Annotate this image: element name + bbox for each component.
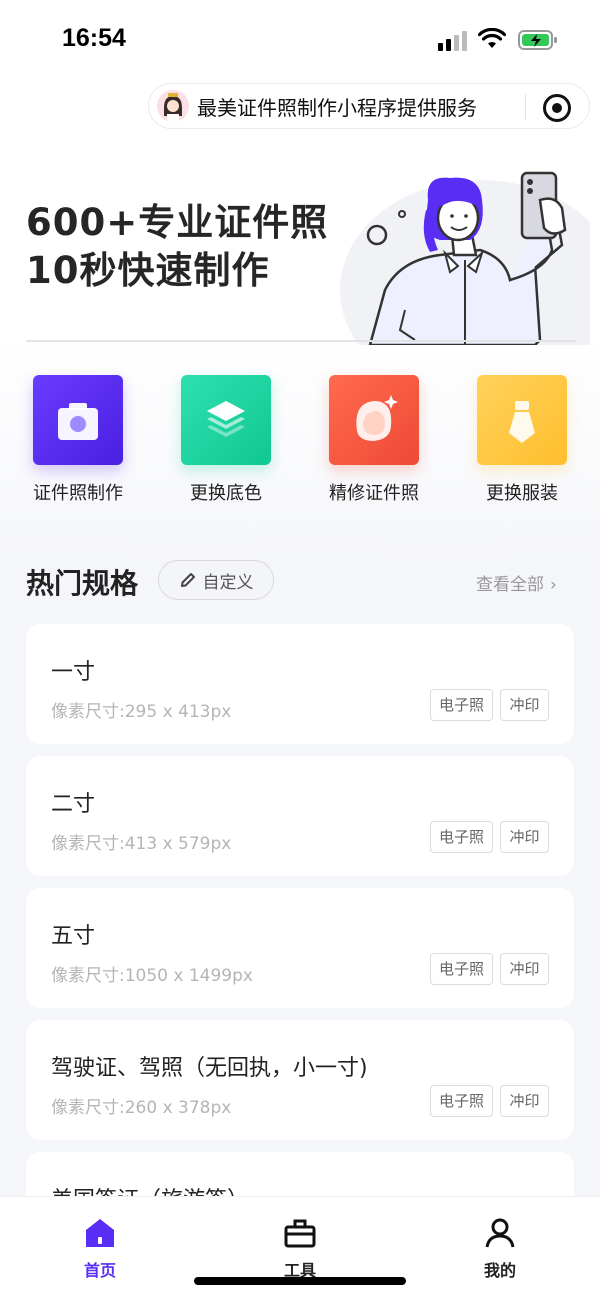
tab-label: 我的	[483, 1261, 516, 1280]
camera-icon	[33, 375, 123, 465]
signal-icon	[438, 31, 468, 51]
spec-size: 像素尺寸:260 x 378px	[51, 1098, 232, 1118]
feature-label: 更换服装	[486, 483, 558, 504]
feature-grid: 证件照制作 更换底色 精修证件照 更换服装	[0, 375, 600, 515]
digital-photo-tag: 电子照	[430, 689, 493, 721]
spec-name: 一寸	[51, 660, 96, 685]
capsule-divider	[525, 94, 526, 120]
feature-change-background[interactable]: 更换底色	[156, 375, 296, 505]
tab-tools[interactable]: 工具	[250, 1217, 350, 1281]
digital-photo-tag: 电子照	[430, 1085, 493, 1117]
section-title: 热门规格	[26, 567, 139, 600]
status-bar: 16:54	[0, 0, 600, 80]
spec-name: 五寸	[51, 924, 96, 949]
feature-retouch[interactable]: 精修证件照	[304, 375, 444, 505]
toolbox-icon	[284, 1219, 316, 1248]
app-avatar-icon	[157, 90, 189, 122]
digital-photo-tag: 电子照	[430, 953, 493, 985]
tie-icon	[477, 375, 567, 465]
print-tag: 冲印	[500, 821, 549, 853]
miniprogram-capsule: 最美证件照制作小程序提供服务	[148, 83, 590, 129]
capsule-close-icon[interactable]	[543, 94, 571, 122]
face-retouch-icon	[329, 375, 419, 465]
digital-photo-tag: 电子照	[430, 821, 493, 853]
chevron-right-icon: ›	[550, 575, 557, 595]
print-tag: 冲印	[500, 953, 549, 985]
spec-name: 二寸	[51, 792, 96, 817]
feature-label: 精修证件照	[329, 483, 419, 504]
feature-label: 更换底色	[190, 483, 262, 504]
home-icon	[86, 1219, 114, 1247]
spec-card[interactable]: 五寸 像素尺寸:1050 x 1499px 电子照 冲印	[26, 888, 574, 1008]
spec-name: 驾驶证、驾照（无回执，小一寸)	[51, 1056, 368, 1081]
home-indicator	[194, 1277, 406, 1285]
capsule-text: 最美证件照制作小程序提供服务	[197, 95, 477, 120]
tab-label: 首页	[83, 1261, 116, 1280]
spec-card[interactable]: 二寸 像素尺寸:413 x 579px 电子照 冲印	[26, 756, 574, 876]
tab-home[interactable]: 首页	[50, 1217, 150, 1281]
selfie-woman-illustration	[340, 171, 590, 345]
tab-profile[interactable]: 我的	[450, 1217, 550, 1281]
see-all-link[interactable]: 查看全部 ›	[476, 570, 557, 595]
feature-change-outfit[interactable]: 更换服装	[452, 375, 592, 505]
feature-id-photo[interactable]: 证件照制作	[8, 375, 148, 505]
pencil-icon	[180, 573, 195, 587]
print-tag: 冲印	[500, 689, 549, 721]
see-all-label: 查看全部	[476, 575, 544, 595]
spec-size: 像素尺寸:1050 x 1499px	[51, 966, 253, 986]
banner-divider	[26, 340, 576, 342]
layers-icon	[181, 375, 271, 465]
status-time: 16:54	[62, 24, 126, 52]
spec-card[interactable]: 一寸 像素尺寸:295 x 413px 电子照 冲印	[26, 624, 574, 744]
banner-subheadline: 10秒快速制作	[26, 249, 270, 292]
spec-card[interactable]: 驾驶证、驾照（无回执，小一寸) 像素尺寸:260 x 378px 电子照 冲印	[26, 1020, 574, 1140]
battery-icon	[518, 30, 557, 50]
hero-banner[interactable]: 600+专业证件照 10秒快速制作	[0, 140, 600, 345]
wifi-icon	[478, 28, 506, 48]
custom-size-button[interactable]: 自定义	[158, 560, 274, 600]
spec-size: 像素尺寸:295 x 413px	[51, 702, 232, 722]
feature-label: 证件照制作	[33, 483, 123, 504]
custom-size-label: 自定义	[202, 572, 254, 593]
banner-headline: 600+专业证件照	[26, 201, 329, 244]
print-tag: 冲印	[500, 1085, 549, 1117]
spec-size: 像素尺寸:413 x 579px	[51, 834, 232, 854]
user-icon	[485, 1218, 515, 1248]
